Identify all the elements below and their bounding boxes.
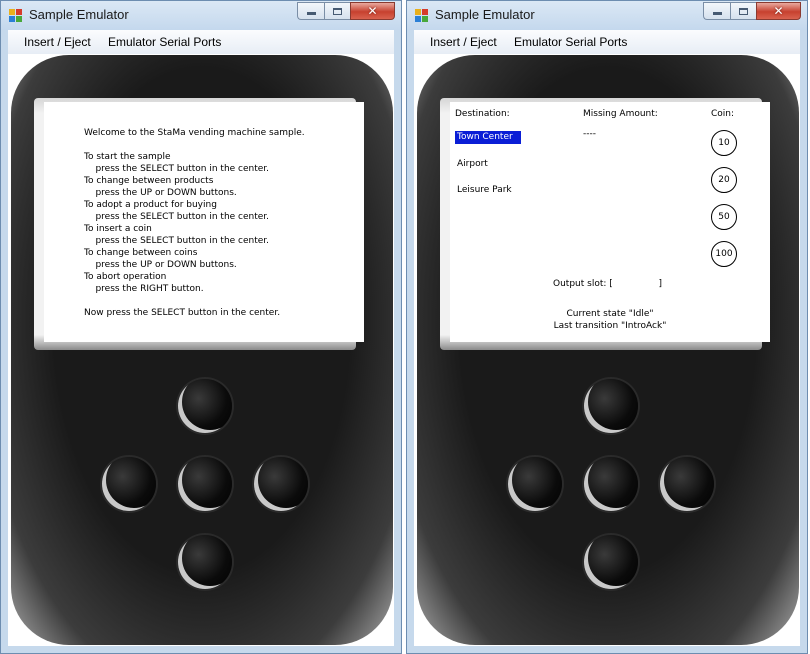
title-bar[interactable]: Sample Emulator ✕ [407, 1, 807, 30]
maximize-button[interactable] [730, 2, 756, 20]
destination-header: Destination: [455, 109, 510, 119]
current-state: Current state "Idle" [566, 309, 654, 319]
screen-text-line: To change between coins [84, 248, 198, 258]
screen-text-line: Now press the SELECT button in the cente… [84, 308, 281, 318]
coin-10[interactable]: 10 [711, 130, 737, 156]
caption-buttons: ✕ [297, 2, 395, 20]
destination-item[interactable]: Leisure Park [457, 185, 512, 196]
destination-item[interactable]: Airport [457, 159, 488, 170]
device-screen: Welcome to the StaMa vending machine sam… [44, 102, 364, 342]
emulator-window-left: Sample Emulator ✕ Insert / Eject Emulato… [0, 0, 402, 654]
select-button[interactable] [178, 457, 232, 511]
menu-emulator-serial-ports[interactable]: Emulator Serial Ports [514, 35, 627, 49]
screen-text-line: press the SELECT button in the center. [84, 212, 270, 222]
device-body: Welcome to the StaMa vending machine sam… [11, 55, 393, 645]
screen-text-line: To change between products [84, 176, 214, 186]
right-button[interactable] [254, 457, 308, 511]
close-icon: ✕ [367, 4, 378, 18]
device-screen: Destination: Missing Amount: Coin: Town … [450, 102, 770, 342]
up-button[interactable] [178, 379, 232, 433]
menu-bar: Insert / Eject Emulator Serial Ports [414, 30, 800, 54]
down-button[interactable] [178, 535, 232, 589]
left-button[interactable] [508, 457, 562, 511]
coin-header: Coin: [711, 109, 735, 119]
right-button[interactable] [660, 457, 714, 511]
screen-text-line: press the SELECT button in the center. [84, 164, 270, 174]
screen-text-line: press the UP or DOWN buttons. [84, 188, 237, 198]
window-title: Sample Emulator [435, 7, 535, 22]
missing-amount-value: ---- [583, 129, 596, 139]
menu-insert-eject[interactable]: Insert / Eject [24, 35, 91, 49]
screen-text-line: press the UP or DOWN buttons. [84, 260, 237, 270]
destination-item-selected[interactable]: Town Center [455, 131, 521, 144]
window-title: Sample Emulator [29, 7, 129, 22]
screen-text-line: press the SELECT button in the center. [84, 236, 270, 246]
missing-amount-header: Missing Amount: [583, 109, 658, 119]
client-area: Welcome to the StaMa vending machine sam… [8, 54, 394, 646]
screen-text-line: press the RIGHT button. [84, 284, 204, 294]
emulator-window-right: Sample Emulator ✕ Insert / Eject Emulato… [406, 0, 808, 654]
app-icon [9, 9, 23, 22]
minimize-button[interactable] [297, 2, 324, 20]
maximize-icon [739, 7, 748, 15]
coin-100[interactable]: 100 [711, 241, 737, 267]
output-slot: Output slot: [ ] [553, 279, 663, 289]
minimize-icon [306, 11, 316, 15]
maximize-icon [333, 7, 342, 15]
close-button[interactable]: ✕ [756, 2, 801, 20]
device-body: Destination: Missing Amount: Coin: Town … [417, 55, 799, 645]
select-button[interactable] [584, 457, 638, 511]
maximize-button[interactable] [324, 2, 350, 20]
last-transition: Last transition "IntroAck" [553, 321, 667, 331]
client-area: Destination: Missing Amount: Coin: Town … [414, 54, 800, 646]
coin-20[interactable]: 20 [711, 167, 737, 193]
menu-bar: Insert / Eject Emulator Serial Ports [8, 30, 394, 54]
up-button[interactable] [584, 379, 638, 433]
minimize-button[interactable] [703, 2, 730, 20]
screen-text-line: To adopt a product for buying [84, 200, 217, 210]
screen-text-line: To abort operation [84, 272, 167, 282]
title-bar[interactable]: Sample Emulator ✕ [1, 1, 401, 30]
coin-50[interactable]: 50 [711, 204, 737, 230]
menu-insert-eject[interactable]: Insert / Eject [430, 35, 497, 49]
down-button[interactable] [584, 535, 638, 589]
left-button[interactable] [102, 457, 156, 511]
screen-text-line: To start the sample [84, 152, 171, 162]
screen-text-line: Welcome to the StaMa vending machine sam… [84, 128, 305, 138]
close-button[interactable]: ✕ [350, 2, 395, 20]
screen-text-line: To insert a coin [84, 224, 152, 234]
app-icon [415, 9, 429, 22]
close-icon: ✕ [773, 4, 784, 18]
menu-emulator-serial-ports[interactable]: Emulator Serial Ports [108, 35, 221, 49]
minimize-icon [712, 11, 722, 15]
caption-buttons: ✕ [703, 2, 801, 20]
